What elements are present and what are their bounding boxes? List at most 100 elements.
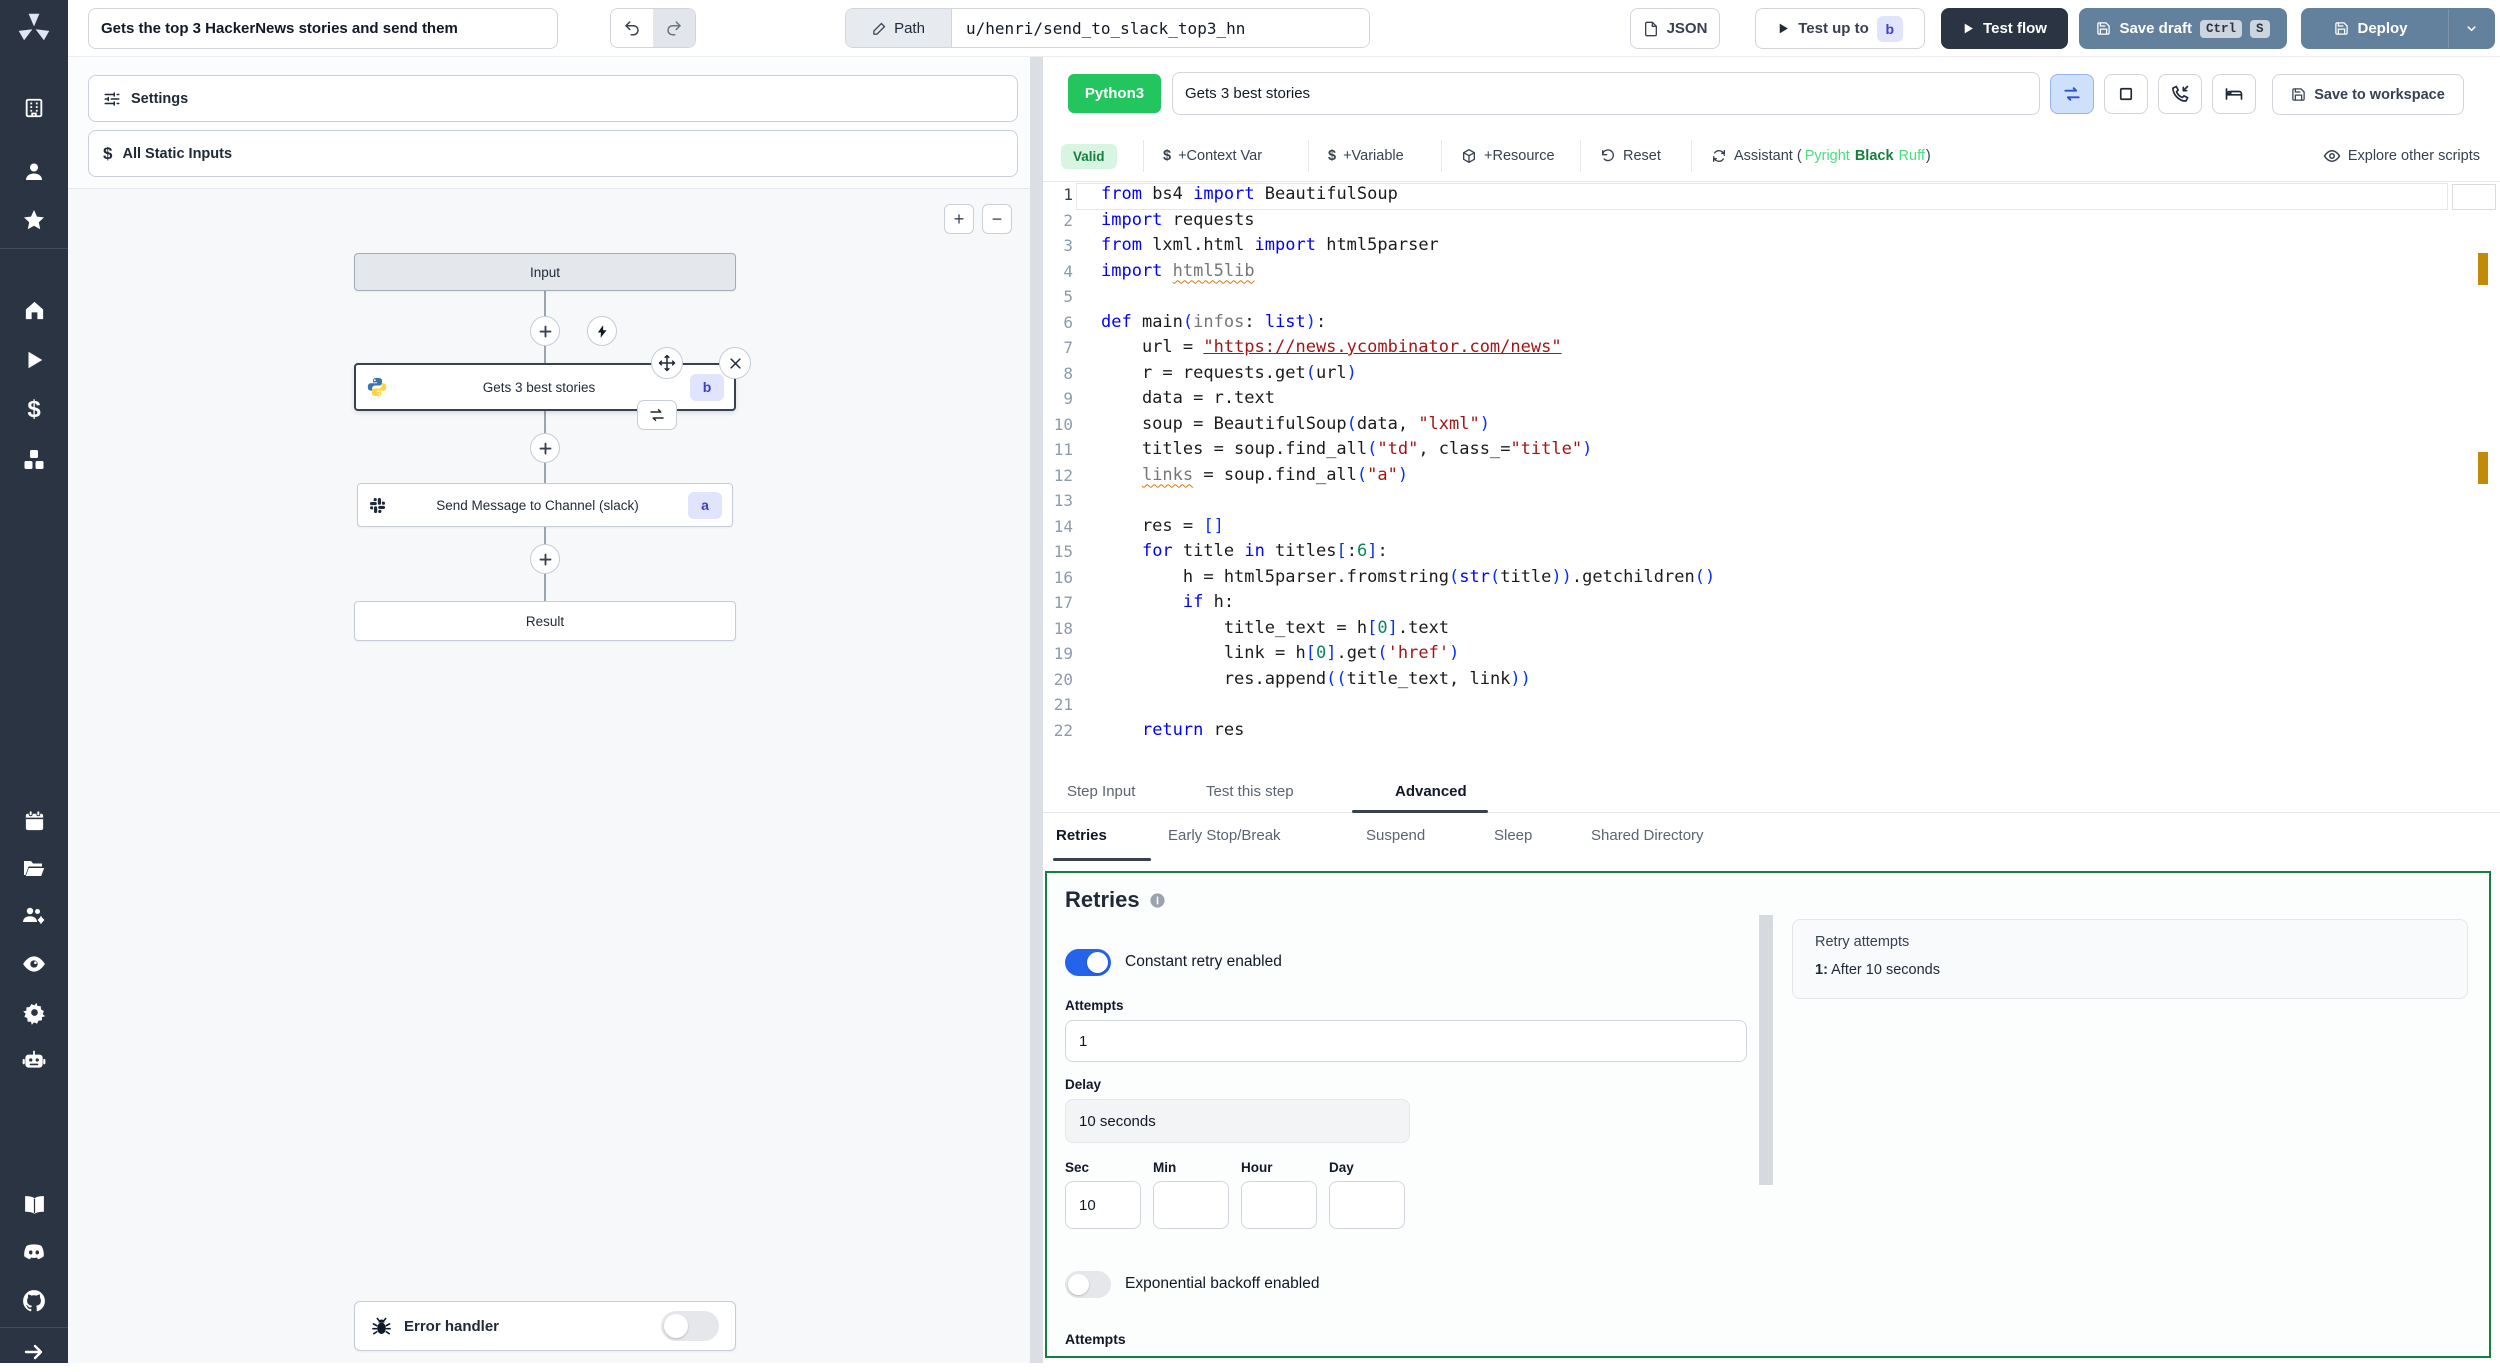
user-group-gear-icon[interactable] [0, 896, 68, 936]
add-step-button[interactable] [530, 433, 560, 463]
hour-input[interactable] [1241, 1181, 1317, 1229]
flow-title-input[interactable]: Gets the top 3 HackerNews stories and se… [88, 8, 558, 49]
retry-attempts-summary: Retry attempts 1: After 10 seconds [1792, 919, 2468, 999]
deploy-label: Deploy [2357, 20, 2408, 37]
folder-icon[interactable] [0, 848, 68, 888]
reset-button[interactable]: Reset [1600, 130, 1661, 182]
path-field[interactable]: Path u/henri/send_to_slack_top3_hn [845, 8, 1370, 48]
sec-input[interactable]: 10 [1065, 1181, 1141, 1229]
explore-other-scripts-button[interactable]: Explore other scripts [2323, 130, 2480, 182]
deploy-dropdown[interactable] [2448, 9, 2494, 48]
retries-indicator-button[interactable] [2050, 74, 2094, 114]
tab-test-this-step[interactable]: Test this step [1206, 783, 1294, 800]
all-static-inputs-button[interactable]: $ All Static Inputs [88, 130, 1018, 177]
zoom-out-button[interactable]: − [982, 204, 1012, 234]
info-icon[interactable] [1149, 892, 1166, 909]
assistant-label: Assistant ( [1734, 148, 1802, 164]
robot-icon[interactable] [0, 1040, 68, 1080]
error-handler-toggle[interactable] [661, 1311, 719, 1341]
gear-icon[interactable] [0, 992, 68, 1032]
top-toolbar: Gets the top 3 HackerNews stories and se… [68, 0, 2500, 57]
redo-button[interactable] [653, 9, 695, 47]
code-editor[interactable]: 1 from bs4 import BeautifulSoup 2 import re… [1043, 182, 2453, 775]
step-name-input[interactable]: Gets 3 best stories [1172, 72, 2040, 115]
exponential-backoff-toggle[interactable] [1065, 1271, 1111, 1298]
retry-loop-badge[interactable] [637, 400, 677, 430]
flow-node-input[interactable]: Input [354, 253, 736, 291]
editor-minimap-slider[interactable] [2452, 184, 2496, 210]
panel-resize-handle[interactable] [1030, 57, 1043, 1363]
kbd-s: S [2250, 19, 2270, 38]
flow-node-step-a[interactable]: Send Message to Channel (slack) a [357, 483, 733, 527]
test-up-to-step-badge: b [1876, 15, 1903, 42]
constant-retry-toggle[interactable] [1065, 949, 1111, 976]
github-icon[interactable] [0, 1281, 68, 1321]
resource-label: +Resource [1484, 148, 1555, 164]
explore-label: Explore other scripts [2347, 148, 2480, 164]
zoom-in-button[interactable]: + [944, 204, 974, 234]
sleep-button[interactable] [2212, 74, 2256, 114]
cubes-icon[interactable] [0, 440, 68, 480]
save-to-workspace-label: Save to workspace [2314, 86, 2445, 103]
user-icon[interactable] [0, 152, 68, 192]
subtab-shared-directory[interactable]: Shared Directory [1591, 827, 1704, 844]
tab-advanced[interactable]: Advanced [1395, 783, 1467, 800]
lightning-icon [597, 324, 607, 338]
trigger-button[interactable] [587, 316, 617, 346]
delay-input[interactable]: 10 seconds [1065, 1099, 1410, 1143]
add-variable-button[interactable]: $ +Variable [1328, 130, 1404, 182]
context-var-label: +Context Var [1178, 148, 1263, 164]
play-icon [1964, 23, 1973, 34]
bug-icon [372, 1317, 391, 1334]
save-to-workspace-button[interactable]: Save to workspace [2272, 74, 2464, 115]
save-draft-button[interactable]: Save draft Ctrl S [2079, 8, 2287, 49]
step-a-id-badge: a [688, 491, 722, 519]
sec-value: 10 [1079, 1196, 1096, 1214]
building-icon[interactable] [0, 88, 68, 128]
day-input[interactable] [1329, 1181, 1405, 1229]
add-step-button[interactable] [530, 316, 560, 346]
add-step-button[interactable] [530, 544, 560, 574]
retries-scrollbar[interactable] [1759, 915, 1773, 1185]
subtab-retries[interactable]: Retries [1056, 827, 1107, 844]
flow-node-error-handler[interactable]: Error handler [354, 1301, 736, 1351]
flow-settings-button[interactable]: Settings [88, 75, 1018, 122]
assistant-button[interactable]: Assistant ( Pyright Black Ruff ) [1711, 130, 1931, 182]
subtab-sleep[interactable]: Sleep [1494, 827, 1532, 844]
deploy-main[interactable]: Deploy [2302, 20, 2440, 37]
play-icon[interactable] [0, 340, 68, 380]
add-context-var-button[interactable]: $ +Context Var [1163, 130, 1262, 182]
home-icon[interactable] [0, 290, 68, 330]
calendar-icon[interactable] [0, 800, 68, 840]
min-input[interactable] [1153, 1181, 1229, 1229]
assistant-close-paren: ) [1925, 148, 1931, 164]
undo-button[interactable] [611, 9, 654, 47]
arrow-right-icon[interactable] [0, 1332, 68, 1372]
star-icon[interactable] [0, 200, 68, 240]
path-value: u/henri/send_to_slack_top3_hn [952, 9, 1369, 47]
flow-title-text: Gets the top 3 HackerNews stories and se… [101, 20, 458, 37]
eye-icon[interactable] [0, 944, 68, 984]
subtab-suspend[interactable]: Suspend [1366, 827, 1425, 844]
json-button[interactable]: JSON [1630, 8, 1720, 49]
test-flow-button[interactable]: Test flow [1941, 8, 2068, 49]
repeat-icon [2064, 87, 2080, 101]
step-b-label: Gets 3 best stories [482, 379, 596, 395]
windmill-logo[interactable] [0, 8, 68, 48]
day-label: Day [1329, 1160, 1354, 1175]
test-up-to-button[interactable]: Test up to b [1755, 8, 1925, 49]
flow-node-result[interactable]: Result [354, 601, 736, 641]
dollar-icon[interactable]: $ [0, 390, 68, 430]
deploy-button[interactable]: Deploy [2301, 8, 2495, 49]
tab-step-input[interactable]: Step Input [1067, 783, 1135, 800]
subtab-early-stop[interactable]: Early Stop/Break [1168, 827, 1281, 844]
delete-step-button[interactable] [719, 347, 751, 379]
bed-icon [2225, 88, 2243, 100]
book-icon[interactable] [0, 1185, 68, 1225]
add-resource-button[interactable]: +Resource [1461, 130, 1555, 182]
move-step-button[interactable] [651, 347, 683, 379]
discord-icon[interactable] [0, 1233, 68, 1273]
suspend-button[interactable] [2158, 74, 2202, 114]
attempts-input[interactable]: 1 [1065, 1020, 1747, 1062]
early-stop-button[interactable] [2104, 74, 2148, 114]
